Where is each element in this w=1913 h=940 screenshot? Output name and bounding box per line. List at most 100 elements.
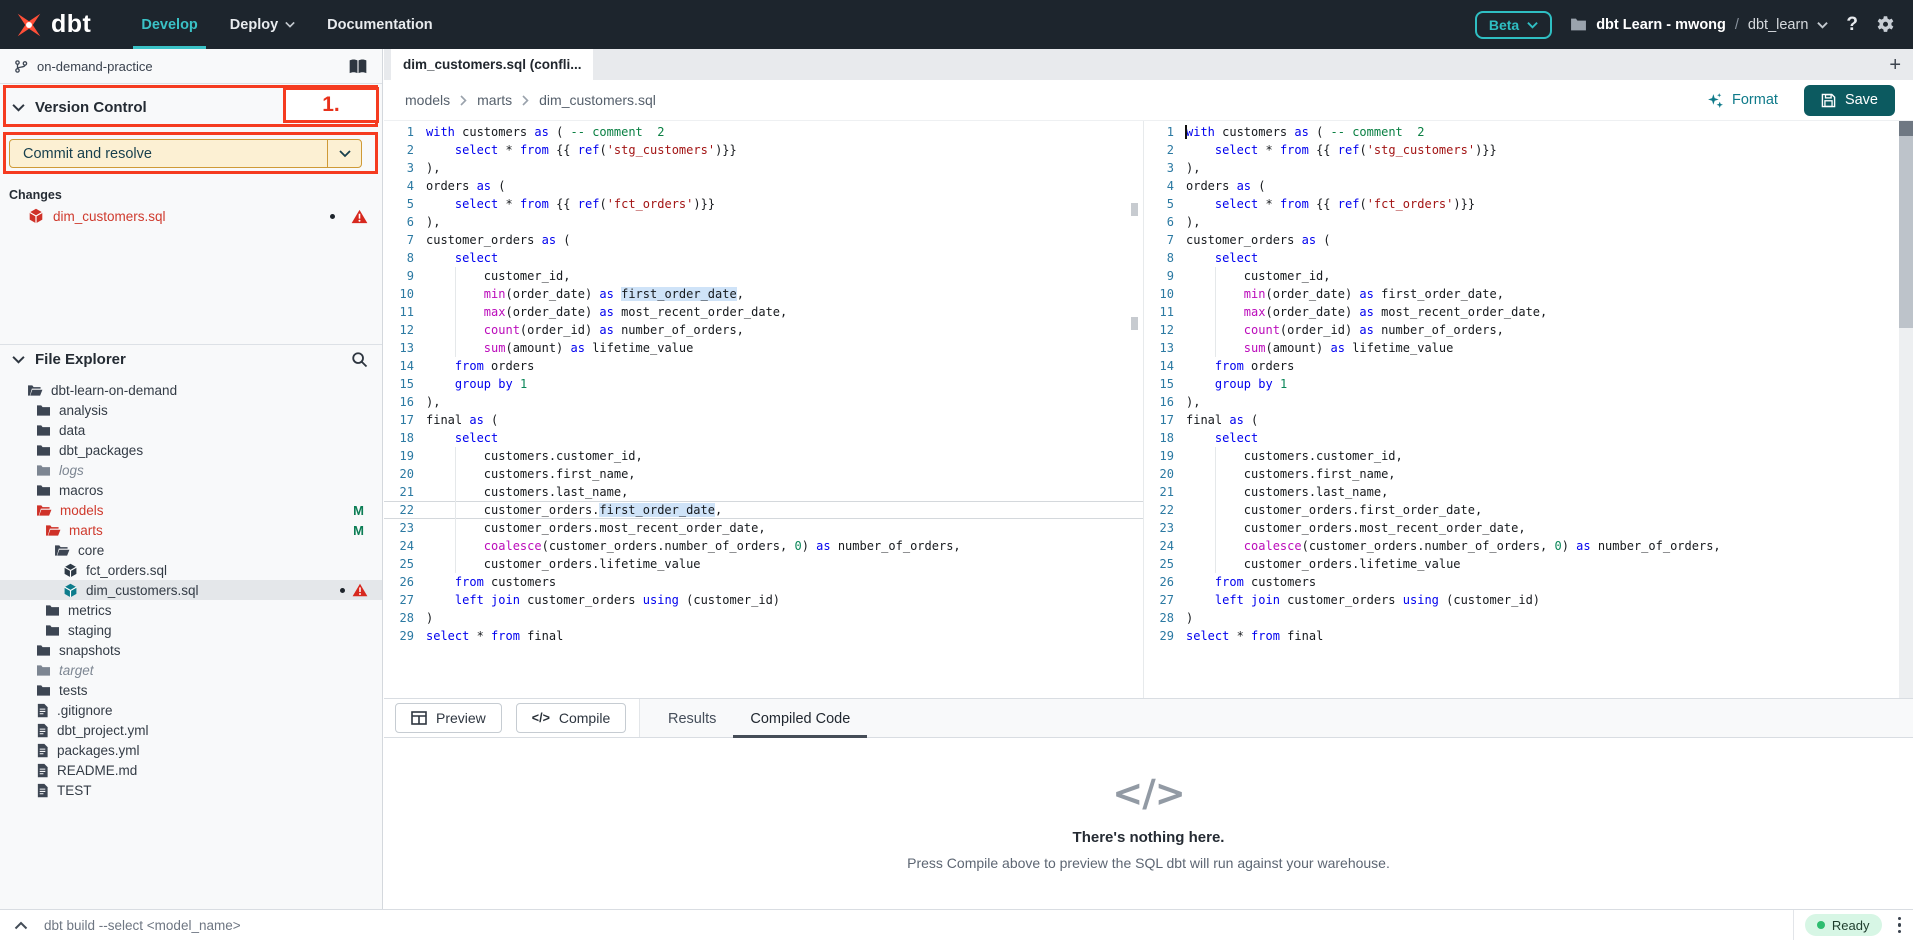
code-line[interactable]: 22 customer_orders.first_order_date, bbox=[1144, 501, 1913, 519]
tree-item-logs[interactable]: logs bbox=[0, 460, 382, 480]
tree-item-packages-yml[interactable]: packages.yml bbox=[0, 740, 382, 760]
nav-item-develop[interactable]: Develop bbox=[125, 0, 213, 49]
account-project-selector[interactable]: dbt Learn - mwong / dbt_learn bbox=[1570, 17, 1828, 33]
commit-options-dropdown[interactable] bbox=[327, 140, 361, 167]
nav-item-documentation[interactable]: Documentation bbox=[311, 0, 449, 49]
code-line[interactable]: 18 select bbox=[384, 429, 1143, 447]
commit-and-resolve-split-button[interactable]: Commit and resolve bbox=[9, 139, 362, 168]
preview-button[interactable]: Preview bbox=[395, 703, 502, 733]
code-line[interactable]: 18 select bbox=[1144, 429, 1913, 447]
kebab-menu-icon[interactable] bbox=[1894, 913, 1906, 938]
docs-book-icon[interactable] bbox=[348, 58, 368, 75]
command-input[interactable]: dbt build --select <model_name> bbox=[44, 918, 241, 933]
tree-item--gitignore[interactable]: .gitignore bbox=[0, 700, 382, 720]
tree-item-data[interactable]: data bbox=[0, 420, 382, 440]
add-tab-button[interactable]: + bbox=[1889, 55, 1901, 75]
code-line[interactable]: 19 customers.customer_id, bbox=[1144, 447, 1913, 465]
code-line[interactable]: 28) bbox=[384, 609, 1143, 627]
code-line[interactable]: 2 select * from {{ ref('stg_customers')}… bbox=[384, 141, 1143, 159]
search-icon[interactable] bbox=[351, 351, 368, 368]
code-line[interactable]: 24 coalesce(customer_orders.number_of_or… bbox=[384, 537, 1143, 555]
code-line[interactable]: 7customer_orders as ( bbox=[1144, 231, 1913, 249]
code-line[interactable]: 21 customers.last_name, bbox=[1144, 483, 1913, 501]
code-line[interactable]: 12 count(order_id) as number_of_orders, bbox=[384, 321, 1143, 339]
code-line[interactable]: 8 select bbox=[1144, 249, 1913, 267]
code-line[interactable]: 26 from customers bbox=[384, 573, 1143, 591]
code-line[interactable]: 20 customers.first_name, bbox=[1144, 465, 1913, 483]
code-line[interactable]: 9 customer_id, bbox=[384, 267, 1143, 285]
code-line[interactable]: 1with customers as ( -- comment 2 bbox=[1144, 123, 1913, 141]
tree-item-target[interactable]: target bbox=[0, 660, 382, 680]
code-line[interactable]: 16), bbox=[1144, 393, 1913, 411]
code-line[interactable]: 27 left join customer_orders using (cust… bbox=[384, 591, 1143, 609]
code-line[interactable]: 1with customers as ( -- comment 2 bbox=[384, 123, 1143, 141]
editor-tab-dim-customers[interactable]: dim_customers.sql (confli... bbox=[391, 49, 593, 80]
code-line[interactable]: 8 select bbox=[384, 249, 1143, 267]
tree-item-staging[interactable]: staging bbox=[0, 620, 382, 640]
code-line[interactable]: 23 customer_orders.most_recent_order_dat… bbox=[384, 519, 1143, 537]
code-line[interactable]: 25 customer_orders.lifetime_value bbox=[384, 555, 1143, 573]
code-line[interactable]: 27 left join customer_orders using (cust… bbox=[1144, 591, 1913, 609]
code-line[interactable]: 15 group by 1 bbox=[1144, 375, 1913, 393]
tree-item-models[interactable]: modelsM bbox=[0, 500, 382, 520]
code-line[interactable]: 25 customer_orders.lifetime_value bbox=[1144, 555, 1913, 573]
code-line[interactable]: 5 select * from {{ ref('fct_orders')}} bbox=[384, 195, 1143, 213]
format-button[interactable]: Format bbox=[1707, 92, 1778, 109]
code-line[interactable]: 26 from customers bbox=[1144, 573, 1913, 591]
code-line[interactable]: 23 customer_orders.most_recent_order_dat… bbox=[1144, 519, 1913, 537]
tree-item-core[interactable]: core bbox=[0, 540, 382, 560]
code-line[interactable]: 14 from orders bbox=[384, 357, 1143, 375]
code-line[interactable]: 24 coalesce(customer_orders.number_of_or… bbox=[1144, 537, 1913, 555]
code-line[interactable]: 9 customer_id, bbox=[1144, 267, 1913, 285]
tree-item-tests[interactable]: tests bbox=[0, 680, 382, 700]
code-line[interactable]: 11 max(order_date) as most_recent_order_… bbox=[1144, 303, 1913, 321]
scrollbar-thumb[interactable] bbox=[1899, 136, 1913, 328]
code-line[interactable]: 16), bbox=[384, 393, 1143, 411]
commit-and-resolve-button[interactable]: Commit and resolve bbox=[10, 140, 327, 167]
tree-item-fct-orders-sql[interactable]: fct_orders.sql bbox=[0, 560, 382, 580]
code-line[interactable]: 19 customers.customer_id, bbox=[384, 447, 1143, 465]
code-line[interactable]: 11 max(order_date) as most_recent_order_… bbox=[384, 303, 1143, 321]
tab-compiled-code[interactable]: Compiled Code bbox=[733, 699, 867, 738]
code-line[interactable]: 10 min(order_date) as first_order_date, bbox=[1144, 285, 1913, 303]
code-line[interactable]: 13 sum(amount) as lifetime_value bbox=[384, 339, 1143, 357]
branch-row[interactable]: on-demand-practice bbox=[0, 49, 382, 84]
tree-item-macros[interactable]: macros bbox=[0, 480, 382, 500]
tree-item-analysis[interactable]: analysis bbox=[0, 400, 382, 420]
tree-item-dbt-project-yml[interactable]: dbt_project.yml bbox=[0, 720, 382, 740]
code-line[interactable]: 15 group by 1 bbox=[384, 375, 1143, 393]
code-line[interactable]: 6), bbox=[384, 213, 1143, 231]
code-line[interactable]: 17final as ( bbox=[1144, 411, 1913, 429]
chevron-up-icon[interactable] bbox=[14, 921, 28, 930]
tab-results[interactable]: Results bbox=[651, 699, 733, 738]
code-line[interactable]: 6), bbox=[1144, 213, 1913, 231]
code-line[interactable]: 10 min(order_date) as first_order_date, bbox=[384, 285, 1143, 303]
file-explorer-header[interactable]: File Explorer bbox=[0, 344, 382, 373]
code-line[interactable]: 13 sum(amount) as lifetime_value bbox=[1144, 339, 1913, 357]
code-line[interactable]: 17final as ( bbox=[384, 411, 1143, 429]
code-line[interactable]: 29select * from final bbox=[1144, 627, 1913, 645]
code-line[interactable]: 4orders as ( bbox=[1144, 177, 1913, 195]
code-line[interactable]: 3), bbox=[384, 159, 1143, 177]
save-button[interactable]: Save bbox=[1804, 85, 1895, 116]
code-line[interactable]: 20 customers.first_name, bbox=[384, 465, 1143, 483]
tree-item-marts[interactable]: martsM bbox=[0, 520, 382, 540]
tree-item-dim-customers-sql[interactable]: dim_customers.sql bbox=[0, 580, 382, 600]
nav-item-deploy[interactable]: Deploy bbox=[214, 0, 311, 49]
gear-icon[interactable] bbox=[1876, 15, 1895, 34]
code-line[interactable]: 28) bbox=[1144, 609, 1913, 627]
code-line[interactable]: 3), bbox=[1144, 159, 1913, 177]
code-line[interactable]: 12 count(order_id) as number_of_orders, bbox=[1144, 321, 1913, 339]
changed-file-row[interactable]: dim_customers.sql bbox=[0, 203, 382, 229]
editor-scrollbar[interactable] bbox=[1899, 121, 1913, 698]
dbt-logo[interactable]: dbt bbox=[14, 10, 91, 40]
code-line[interactable]: 5 select * from {{ ref('fct_orders')}} bbox=[1144, 195, 1913, 213]
code-line[interactable]: 14 from orders bbox=[1144, 357, 1913, 375]
tree-item-snapshots[interactable]: snapshots bbox=[0, 640, 382, 660]
tree-item-readme-md[interactable]: README.md bbox=[0, 760, 382, 780]
compile-button[interactable]: </> Compile bbox=[516, 703, 626, 733]
code-line[interactable]: 29select * from final bbox=[384, 627, 1143, 645]
tree-item-dbt-packages[interactable]: dbt_packages bbox=[0, 440, 382, 460]
help-icon[interactable]: ? bbox=[1846, 14, 1858, 36]
editor-pane-right[interactable]: 1with customers as ( -- comment 22 selec… bbox=[1144, 121, 1913, 698]
